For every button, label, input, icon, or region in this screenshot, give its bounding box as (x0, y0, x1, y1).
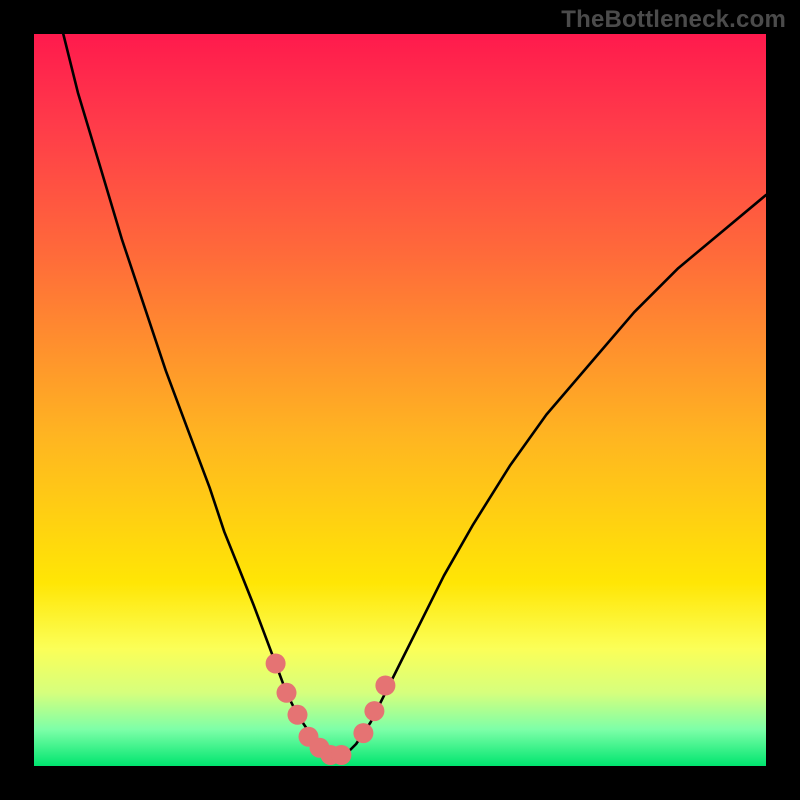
chart-svg (34, 34, 766, 766)
marker-dot (375, 676, 395, 696)
marker-dot (353, 723, 373, 743)
bottom-dots (266, 654, 396, 766)
marker-dot (288, 705, 308, 725)
watermark-text: TheBottleneck.com (561, 6, 786, 34)
plot-area (34, 34, 766, 766)
bottleneck-curve (63, 34, 766, 757)
marker-dot (331, 745, 351, 765)
marker-dot (364, 701, 384, 721)
marker-dot (266, 654, 286, 674)
marker-dot (277, 683, 297, 703)
chart-frame: TheBottleneck.com (0, 0, 800, 800)
